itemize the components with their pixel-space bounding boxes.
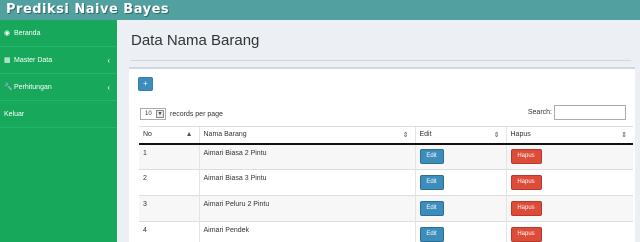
search-control: Search: <box>528 105 626 120</box>
cell-edit: Edit <box>414 221 506 242</box>
records-per-page-value: 10 <box>145 111 152 117</box>
sort-icon: ⇕ <box>493 132 500 139</box>
chevron-down-icon: ▼ <box>156 110 164 118</box>
cell-nama-barang: Aimari Biasa 3 Pintu <box>198 169 415 196</box>
column-header-nama-barang[interactable]: Nama Barang ⇕ <box>198 126 415 145</box>
content-area: Data Nama Barang + 10 ▼ records per page… <box>117 20 640 242</box>
divider <box>131 60 631 61</box>
sidebar-item-keluar[interactable]: Keluar <box>0 101 117 128</box>
page-title: Data Nama Barang <box>131 32 260 49</box>
cell-nama-barang: Aimari Pendek <box>198 221 415 242</box>
data-table: No ▲ Nama Barang ⇕ Edit ⇕ Hapus ⇕ 1 Aima… <box>139 126 633 242</box>
hapus-button[interactable]: Hapus <box>510 227 542 242</box>
records-per-page-label: records per page <box>170 110 223 118</box>
hapus-button[interactable]: Hapus <box>510 201 542 216</box>
table-row: 2 Aimari Biasa 3 Pintu Edit Hapus <box>139 169 633 196</box>
sidebar-item-master-data[interactable]: ▦ Master Data ‹ <box>0 47 117 74</box>
sidebar-item-label: Keluar <box>4 110 25 118</box>
cell-no: 1 <box>139 143 199 170</box>
dashboard-icon: ◉ <box>4 30 11 37</box>
cell-edit: Edit <box>414 195 506 222</box>
table-row: 4 Aimari Pendek Edit Hapus <box>139 221 633 242</box>
column-header-edit[interactable]: Edit ⇕ <box>414 126 506 145</box>
cell-no: 4 <box>139 221 199 242</box>
hapus-button[interactable]: Hapus <box>510 149 542 165</box>
column-header-no[interactable]: No ▲ <box>139 126 199 145</box>
sidebar: ◉ Beranda ▦ Master Data ‹ 🔧 Perhitungan … <box>0 20 117 242</box>
cell-nama-barang: Aimari Peluru 2 Pintu <box>198 195 415 222</box>
edit-button[interactable]: Edit <box>419 149 444 165</box>
edit-button[interactable]: Edit <box>419 227 444 242</box>
cell-hapus: Hapus <box>505 221 633 242</box>
edit-button[interactable]: Edit <box>419 175 444 190</box>
wrench-icon: 🔧 <box>4 84 13 91</box>
cell-edit: Edit <box>414 143 506 170</box>
sidebar-item-perhitungan[interactable]: 🔧 Perhitungan ‹ <box>0 74 117 101</box>
length-control: 10 ▼ records per page <box>140 108 223 120</box>
add-button[interactable]: + <box>138 77 153 91</box>
edit-button[interactable]: Edit <box>419 201 444 216</box>
sort-icon: ⇕ <box>621 132 627 139</box>
cell-no: 2 <box>139 169 199 196</box>
search-label: Search: <box>527 109 552 116</box>
data-box: + 10 ▼ records per page Search: No ▲ Nam… <box>129 67 635 242</box>
app-title[interactable]: Prediksi Naive Bayes <box>6 2 169 17</box>
column-header-hapus[interactable]: Hapus ⇕ <box>505 126 633 145</box>
sidebar-item-label: Perhitungan <box>14 83 52 91</box>
sidebar-item-beranda[interactable]: ◉ Beranda <box>0 20 117 47</box>
cell-hapus: Hapus <box>505 169 633 196</box>
sort-asc-icon: ▲ <box>185 131 193 138</box>
table-header-row: No ▲ Nama Barang ⇕ Edit ⇕ Hapus ⇕ <box>139 126 633 145</box>
sidebar-item-label: Master Data <box>14 56 53 64</box>
table-icon: ▦ <box>4 57 11 64</box>
sort-icon: ⇕ <box>402 132 409 139</box>
sidebar-item-label: Beranda <box>14 29 41 37</box>
cell-hapus: Hapus <box>505 143 633 170</box>
cell-nama-barang: Aimari Biasa 2 Pintu <box>198 143 415 170</box>
top-navbar: Prediksi Naive Bayes <box>0 0 640 20</box>
chevron-left-icon: ‹ <box>107 83 110 92</box>
records-per-page-select[interactable]: 10 ▼ <box>140 108 166 120</box>
cell-hapus: Hapus <box>505 195 633 222</box>
hapus-button[interactable]: Hapus <box>510 175 542 190</box>
cell-no: 3 <box>139 195 199 222</box>
cell-edit: Edit <box>414 169 506 196</box>
search-input[interactable] <box>554 105 626 120</box>
table-row: 1 Aimari Biasa 2 Pintu Edit Hapus <box>139 143 633 170</box>
chevron-left-icon: ‹ <box>107 56 110 65</box>
table-row: 3 Aimari Peluru 2 Pintu Edit Hapus <box>139 195 633 222</box>
